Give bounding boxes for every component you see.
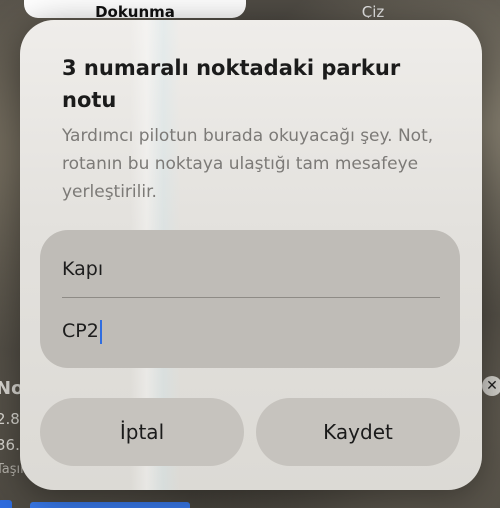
background-value: 36. (0, 436, 20, 454)
dialog-title: 3 numaralı noktadaki parkur notu (62, 56, 401, 112)
checkbox[interactable] (0, 500, 12, 508)
tab-tap[interactable]: Dokunma (24, 0, 246, 18)
cancel-button[interactable]: İptal (40, 398, 244, 466)
close-icon[interactable]: ✕ (482, 376, 500, 396)
course-note-dialog: 3 numaralı noktadaki parkur notu Yardımc… (20, 20, 482, 490)
note-first-field[interactable]: Kapı (62, 240, 438, 298)
save-button[interactable]: Kaydet (256, 398, 460, 466)
tab-draw[interactable]: Çiz (246, 0, 500, 18)
note-second-value: CP2 (62, 320, 99, 342)
dialog-message: Yardımcı pilotun burada okuyacağı şey. N… (62, 126, 434, 202)
text-field-group: Kapı CP2 (40, 230, 460, 368)
text-cursor (99, 319, 102, 344)
background-value: 2.8 (0, 410, 20, 428)
note-second-field[interactable]: CP2 (62, 302, 438, 360)
blue-link-bar (30, 502, 190, 508)
note-first-value: Kapı (62, 258, 104, 280)
field-divider (62, 297, 440, 298)
